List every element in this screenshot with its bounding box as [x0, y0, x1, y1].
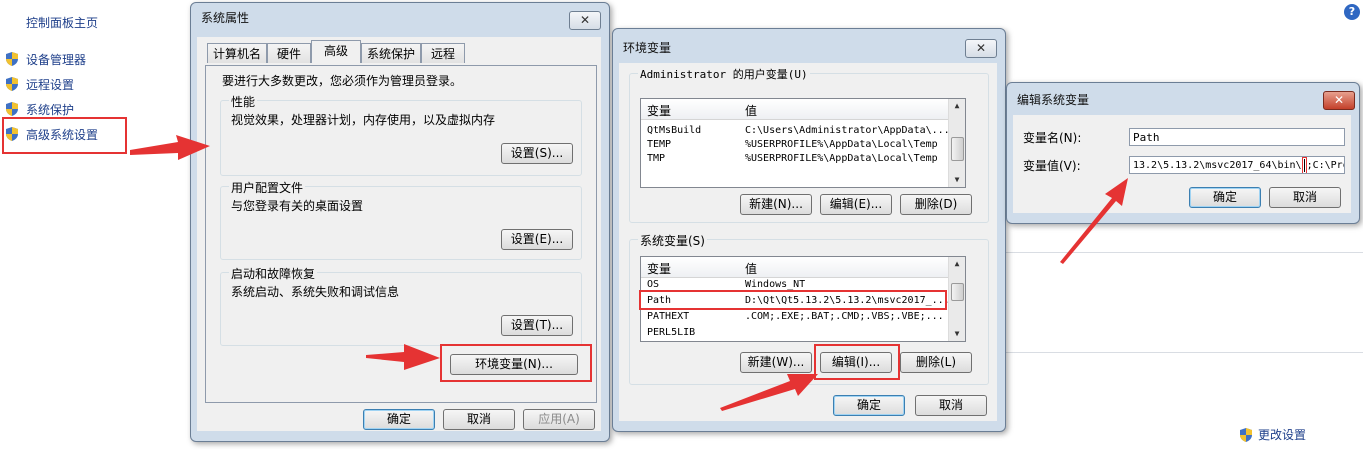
arrow-to-system-properties	[130, 135, 210, 160]
arrow-to-edit-button	[720, 374, 818, 411]
arrow-to-environment-variables-button	[366, 344, 440, 370]
annotation-arrows	[130, 135, 1128, 411]
arrow-to-variable-value-field	[1060, 178, 1128, 264]
